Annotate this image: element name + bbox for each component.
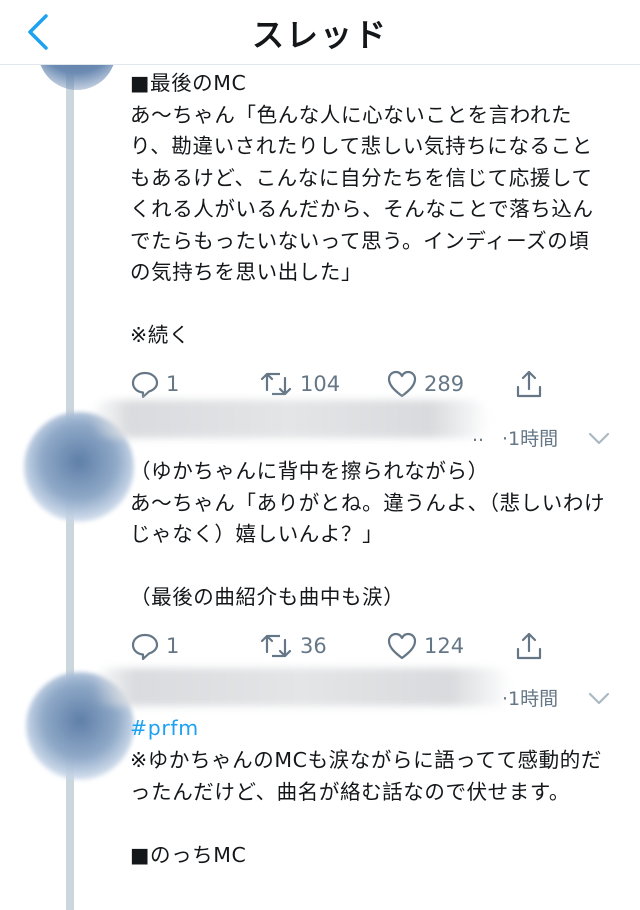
like-count: 289 xyxy=(424,372,465,396)
like-button[interactable]: 289 xyxy=(386,366,464,402)
heart-icon xyxy=(387,632,417,660)
share-button[interactable] xyxy=(514,366,544,402)
tweet-timestamp: ·1時間 xyxy=(502,428,559,450)
tweet-text: （ゆかちゃんに背中を擦られながら） あ〜ちゃん「ありがとね。違うんよ、（悲しいわ… xyxy=(130,459,606,609)
reply-button[interactable]: 1 xyxy=(130,366,179,402)
share-icon xyxy=(516,370,542,398)
reply-count: 1 xyxy=(166,372,180,396)
tweet-text: ※ゆかちゃんのMCも涙ながらに語ってて感動的だったんだけど、曲名が絡む話なので伏… xyxy=(130,748,602,867)
author-name-blurred xyxy=(92,668,512,706)
chevron-down-icon[interactable] xyxy=(588,432,610,446)
retweet-count: 104 xyxy=(300,372,341,396)
reply-icon xyxy=(131,371,159,399)
chevron-down-icon[interactable] xyxy=(588,692,610,706)
heart-icon xyxy=(387,370,417,398)
share-button[interactable] xyxy=(514,628,544,664)
like-count: 124 xyxy=(424,634,465,658)
handle-truncation: .. xyxy=(472,424,485,446)
nav-header: スレッド xyxy=(0,0,640,65)
reply-button[interactable]: 1 xyxy=(130,628,179,664)
hashtag-link[interactable]: #prfm xyxy=(130,713,610,745)
like-button[interactable]: 124 xyxy=(386,628,464,664)
tweet-timestamp: ·1時間 xyxy=(502,688,559,710)
retweet-button[interactable]: 36 xyxy=(258,628,327,664)
reply-count: 1 xyxy=(166,634,180,658)
share-icon xyxy=(516,632,542,660)
reply-icon xyxy=(131,633,159,661)
tweet-actions: 1 104 289 xyxy=(130,366,600,402)
author-name-blurred xyxy=(90,400,490,438)
retweet-icon xyxy=(260,634,292,658)
page-title: スレッド xyxy=(251,16,388,54)
retweet-button[interactable]: 104 xyxy=(258,366,340,402)
retweet-count: 36 xyxy=(300,634,327,658)
tweet-actions: 1 36 124 xyxy=(130,628,600,664)
tweet-text: ■最後のMC あ〜ちゃん「色んな人に心ないことを言われたり、勘違いされたりして悲… xyxy=(130,71,594,347)
retweet-icon xyxy=(260,372,292,396)
